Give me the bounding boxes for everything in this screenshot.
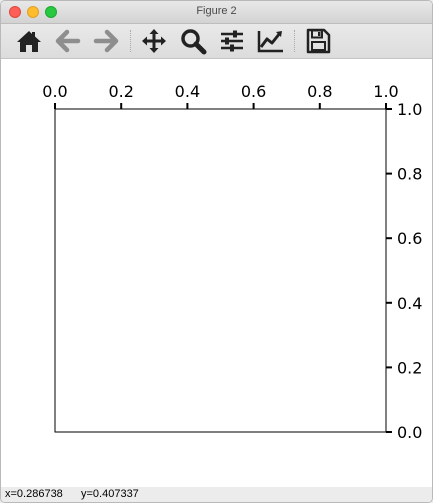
x-tick-label: 0.6 [241, 82, 266, 101]
cursor-y-readout: y=0.407337 [81, 488, 139, 500]
subplots-config-icon [221, 30, 243, 52]
save-icon [306, 28, 331, 54]
back-arrow-icon [55, 29, 81, 53]
toolbar-separator [130, 30, 132, 52]
save-button[interactable] [303, 26, 333, 56]
home-icon [17, 31, 41, 52]
configure-subplots-button[interactable] [217, 26, 247, 56]
x-tick-label: 0.4 [175, 82, 200, 101]
x-tick-label: 1.0 [373, 82, 398, 101]
forward-button[interactable] [91, 26, 121, 56]
navigation-toolbar [1, 24, 432, 59]
x-tick-label: 0.0 [42, 82, 67, 101]
y-tick-label: 0.6 [397, 229, 422, 248]
axes-frame [54, 108, 387, 433]
figure-window: Figure 2 0.0 0.2 0.4 0.6 0.8 1.0 0.0 0.2… [0, 0, 433, 503]
zoom-button[interactable] [178, 26, 208, 56]
zoom-icon [181, 29, 207, 55]
y-tick-label: 0.0 [397, 423, 422, 442]
plot-area[interactable]: 0.0 0.2 0.4 0.6 0.8 1.0 0.0 0.2 0.4 0.6 0.8 1.0 [1, 59, 432, 486]
x-tick-label: 0.2 [108, 82, 133, 101]
home-button[interactable] [14, 26, 44, 56]
status-bar: x=0.286738 y=0.407337 [1, 487, 432, 502]
y-tick-label: 0.2 [397, 358, 422, 377]
toolbar-separator [294, 30, 296, 52]
edit-axis-icon [257, 31, 283, 53]
forward-arrow-icon [93, 29, 119, 53]
y-tick-label: 0.4 [397, 294, 422, 313]
y-tick-label: 0.8 [397, 165, 422, 184]
pan-icon [142, 29, 166, 53]
cursor-x-readout: x=0.286738 [5, 488, 63, 500]
figure-canvas[interactable]: 0.0 0.2 0.4 0.6 0.8 1.0 0.0 0.2 0.4 0.6 0.8 1.0 [1, 59, 432, 486]
x-tick-label: 0.8 [307, 82, 332, 101]
pan-button[interactable] [139, 26, 169, 56]
window-title: Figure 2 [196, 5, 237, 17]
back-button[interactable] [53, 26, 83, 56]
title-bar[interactable]: Figure 2 [1, 1, 432, 24]
edit-axis-button[interactable] [256, 26, 286, 56]
y-tick-label: 1.0 [397, 100, 422, 119]
